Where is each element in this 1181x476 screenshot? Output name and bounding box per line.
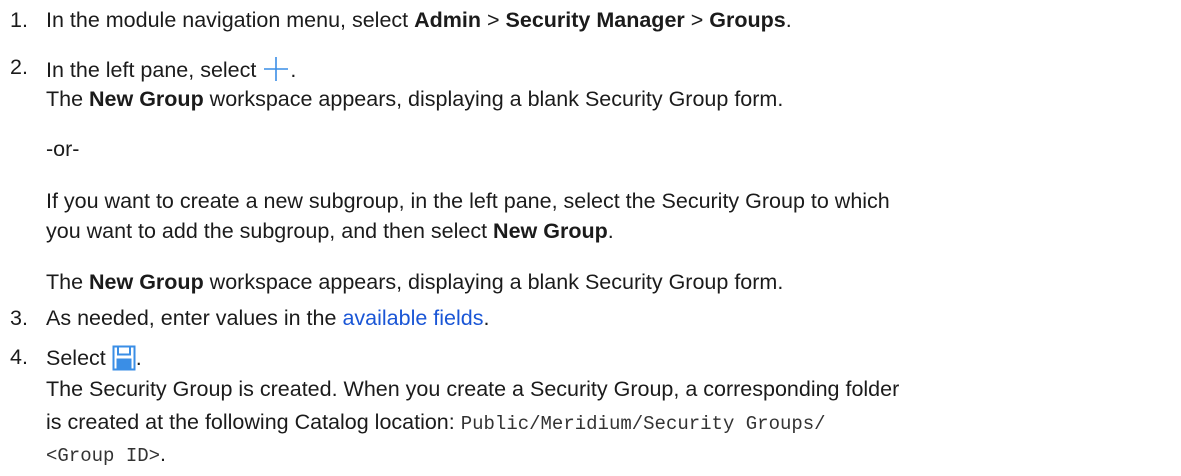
new-group-label: New Group (493, 219, 608, 243)
save-icon (112, 345, 136, 377)
new-group-label: New Group (89, 87, 204, 111)
step-2-result: The New Group workspace appears, display… (46, 87, 784, 111)
step-number: 2. (10, 55, 28, 79)
step-4-line-1: The Security Group is created. When you … (46, 377, 900, 401)
step-text: Select . (46, 345, 142, 377)
step-4-line-2: is created at the following Catalog loca… (46, 410, 826, 435)
catalog-path: Public/Meridium/Security Groups/ (460, 413, 826, 435)
or-separator: -or- (46, 137, 80, 161)
menu-groups: Groups (709, 8, 786, 32)
step-text: As needed, enter values in the available… (46, 306, 490, 330)
step-text: In the left pane, select . (46, 55, 296, 89)
procedure-steps: 1. In the module navigation menu, select… (0, 0, 1181, 476)
plus-icon (262, 55, 290, 89)
step-2-result-2: The New Group workspace appears, display… (46, 270, 784, 294)
step-number: 4. (10, 345, 28, 369)
step-4-line-3: <Group ID>. (46, 442, 167, 467)
available-fields-link[interactable]: available fields (342, 306, 483, 330)
alt-line-2: you want to add the subgroup, and then s… (46, 219, 614, 243)
menu-security-manager: Security Manager (505, 8, 685, 32)
step-number: 1. (10, 8, 28, 32)
alt-line-1: If you want to create a new subgroup, in… (46, 189, 890, 213)
menu-admin: Admin (414, 8, 482, 32)
new-group-label: New Group (89, 270, 204, 294)
step-number: 3. (10, 306, 28, 330)
step-text: In the module navigation menu, select Ad… (46, 8, 792, 32)
group-id-placeholder: <Group ID> (46, 445, 161, 467)
